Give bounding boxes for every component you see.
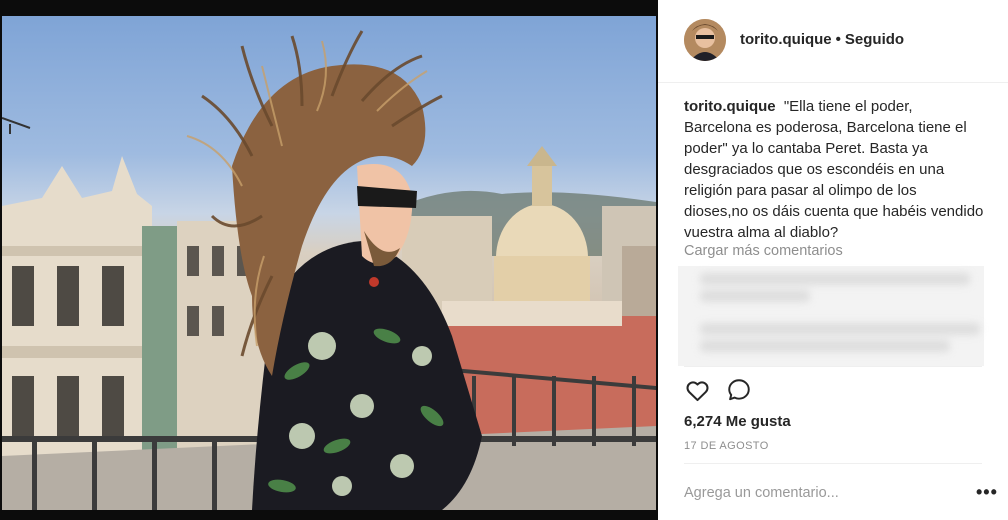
post-header: torito.quique • Seguido bbox=[658, 0, 1008, 83]
post-sidebar: torito.quique • Seguido torito.quique "Ell… bbox=[658, 0, 1008, 520]
header-username-link[interactable]: torito.quique bbox=[740, 31, 832, 48]
header-separator: • bbox=[835, 31, 841, 48]
divider bbox=[684, 366, 982, 367]
post-photo[interactable] bbox=[0, 0, 658, 520]
heart-outline-icon[interactable] bbox=[684, 377, 711, 404]
load-more-comments-link[interactable]: Cargar más comentarios bbox=[684, 243, 843, 259]
divider bbox=[684, 463, 982, 464]
caption-username-link[interactable]: torito.quique bbox=[684, 98, 776, 115]
more-dots-icon[interactable]: ••• bbox=[976, 482, 998, 503]
post-date: 17 DE AGOSTO bbox=[684, 440, 769, 452]
list-item bbox=[700, 268, 1000, 310]
post-caption: torito.quique "Ella tiene el poder, Barc… bbox=[684, 96, 984, 243]
header-text: torito.quique • Seguido bbox=[740, 31, 904, 48]
comment-input[interactable] bbox=[684, 482, 944, 504]
list-item bbox=[700, 318, 1000, 360]
photo-image bbox=[2, 16, 656, 510]
likes-count[interactable]: 6,274 Me gusta bbox=[684, 413, 791, 430]
caption-text: "Ella tiene el poder, Barcelona es poder… bbox=[684, 98, 984, 241]
speech-bubble-outline-icon[interactable] bbox=[726, 377, 752, 403]
follow-status-button[interactable]: Seguido bbox=[845, 31, 904, 48]
blurred-comments bbox=[678, 266, 984, 366]
avatar[interactable] bbox=[684, 19, 726, 61]
